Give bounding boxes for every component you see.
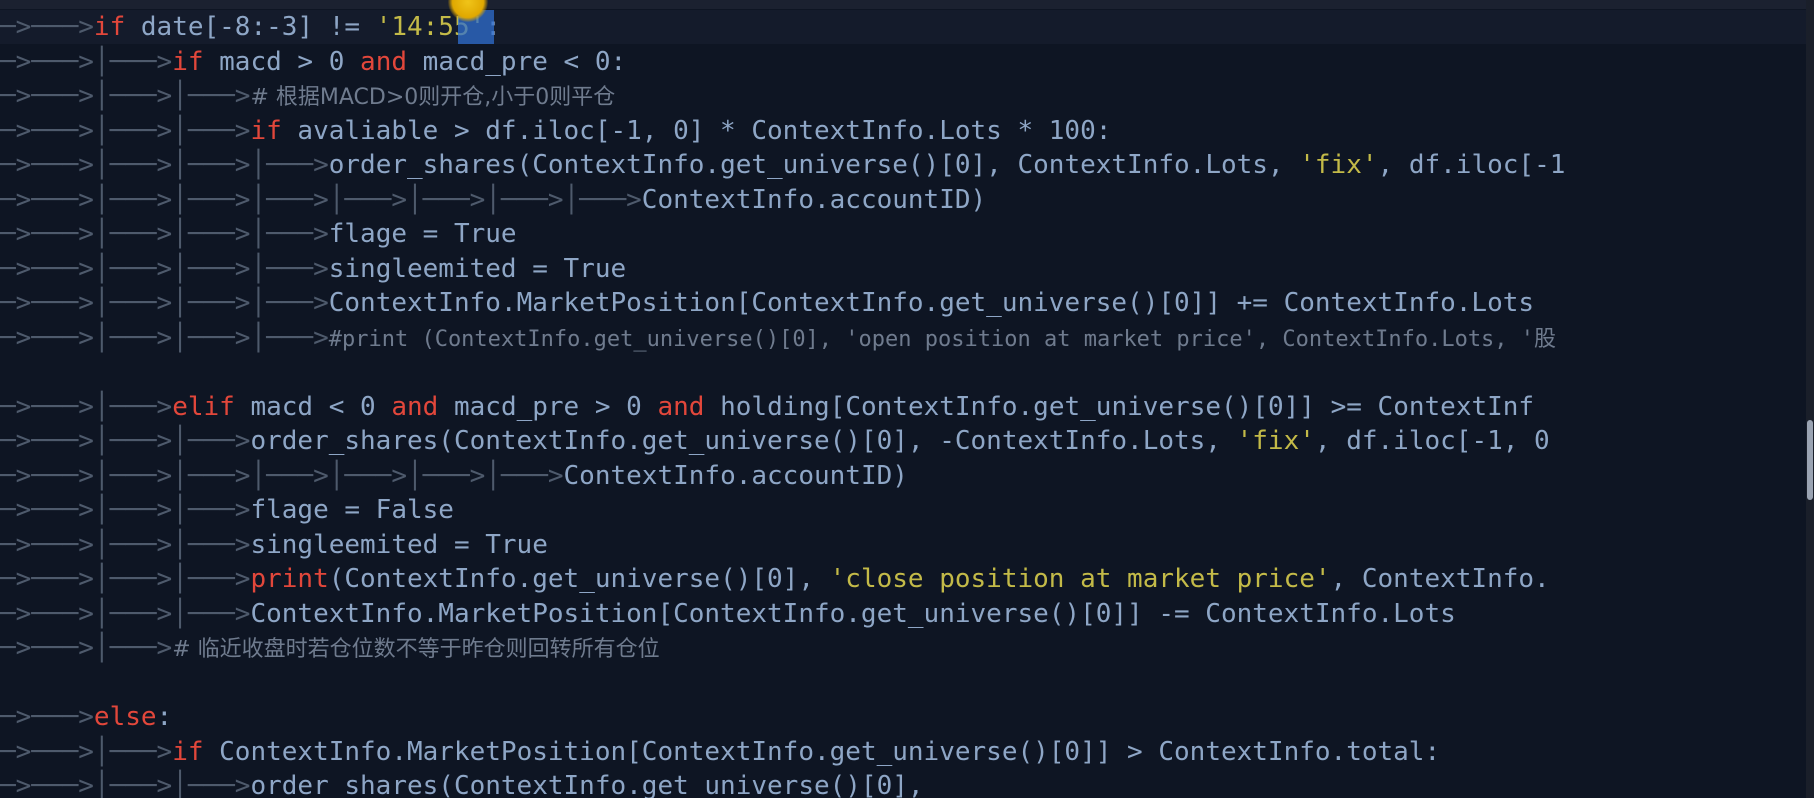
indent-guide: ─>───>│───>│───> (0, 115, 251, 146)
code-text: : (156, 702, 173, 732)
code-keyword: and (657, 391, 705, 422)
code-comment: # 根据MACD>0则开仓,小于0则平仓 (250, 85, 616, 110)
code-text: order_shares(ContextInfo.get_universe()[… (250, 426, 1237, 456)
code-editor[interactable]: ─>───>if date[-8:-3] != '14:55':─>───>│─… (0, 0, 1806, 798)
code-line[interactable]: ─>───>│───>│───>order_shares(ContextInfo… (0, 769, 1806, 798)
code-keyword: if (172, 736, 204, 767)
code-line[interactable]: ─>───>│───>│───>│───>flage = True (0, 217, 1806, 252)
code-text: (ContextInfo.get_universe()[0], (328, 564, 830, 594)
code-line[interactable]: ─>───>│───>│───>│───>│───>│───>│───>Cont… (0, 459, 1806, 494)
scrollbar-thumb[interactable] (1807, 420, 1813, 500)
code-line[interactable]: ─>───>│───>if ContextInfo.MarketPosition… (0, 735, 1806, 770)
code-line[interactable]: ─>───>│───>│───>│───>ContextInfo.MarketP… (0, 286, 1806, 321)
code-line[interactable]: ─>───>│───>│───>print(ContextInfo.get_un… (0, 562, 1806, 597)
code-keyword: if (93, 12, 126, 42)
code-text: avaliable > df.iloc[-1, 0] * ContextInfo… (281, 115, 1112, 146)
code-text: singleemited = True (328, 253, 627, 284)
indent-guide: ─>───>│───> (0, 46, 173, 77)
code-line[interactable]: ─>───>│───>│───>│───>│───>│───>│───>│───… (0, 183, 1806, 218)
code-text: date[-8:-3] != (125, 12, 376, 42)
code-string: 'fix' (1236, 426, 1315, 456)
code-comment: # 临近收盘时若仓位数不等于昨仓则回转所有仓位 (172, 637, 660, 662)
indent-guide: ─>───>│───>│───> (0, 771, 251, 798)
indent-guide: ─>───>│───>│───>│───> (0, 288, 329, 318)
code-text: order_shares(ContextInfo.get_universe()[… (250, 771, 924, 798)
code-line[interactable] (0, 666, 1806, 701)
indent-guide: ─>───>│───>│───>│───> (0, 322, 329, 353)
code-text: , ContextInfo. (1330, 564, 1550, 594)
code-text: holding[ContextInfo.get_universe()[0]] >… (704, 391, 1535, 422)
code-text: ContextInfo.MarketPosition[ContextInfo.g… (203, 736, 1441, 767)
code-text: ContextInfo.accountID) (641, 184, 987, 215)
indent-guide: ─>───>│───>│───> (0, 564, 251, 594)
code-line[interactable]: ─>───>│───>if macd > 0 and macd_pre < 0: (0, 45, 1806, 80)
code-line[interactable]: ─>───>│───>│───>ContextInfo.MarketPositi… (0, 597, 1806, 632)
code-text: , df.iloc[-1, 0 (1314, 426, 1550, 456)
code-keyword: elif (172, 391, 235, 422)
indent-guide: ─>───> (0, 702, 94, 732)
indent-guide: ─>───>│───>│───> (0, 529, 251, 560)
indent-guide: ─>───>│───>│───>│───> (0, 219, 329, 249)
code-line[interactable]: ─>───>│───>│───>│───>order_shares(Contex… (0, 148, 1806, 183)
code-text: order_shares(ContextInfo.get_universe()[… (328, 150, 1300, 180)
indent-guide: ─>───>│───>│───> (0, 495, 251, 525)
code-string: 'close position at market price' (829, 564, 1331, 594)
code-line[interactable]: ─>───>│───>│───>flage = False (0, 493, 1806, 528)
code-text: macd_pre < 0: (407, 46, 627, 77)
code-line[interactable]: ─>───>│───>│───>│───>#print (ContextInfo… (0, 321, 1806, 356)
code-keyword: if (250, 115, 282, 146)
indent-guide: ─>───>│───>│───> (0, 598, 251, 629)
code-text: flage = True (328, 219, 517, 249)
code-line[interactable] (0, 355, 1806, 390)
indent-guide: ─>───> (0, 12, 94, 42)
code-text: ContextInfo.accountID) (563, 460, 908, 491)
code-line[interactable]: ─>───>else: (0, 700, 1806, 735)
code-text: macd > 0 (203, 46, 361, 77)
screen: ─>───>if date[-8:-3] != '14:55':─>───>│─… (0, 0, 1814, 798)
indent-guide: ─>───>│───>│───> (0, 426, 251, 456)
code-string: 'fix' (1299, 150, 1378, 180)
code-line[interactable]: ─>───>if date[-8:-3] != '14:55': (0, 10, 1806, 45)
vertical-scrollbar[interactable] (1806, 0, 1814, 798)
code-text: ContextInfo.MarketPosition[ContextInfo.g… (250, 598, 1456, 629)
code-line[interactable]: ─>───>│───>elif macd < 0 and macd_pre > … (0, 390, 1806, 425)
code-line[interactable]: ─>───>│───>│───># 根据MACD>0则开仓,小于0则平仓 (0, 79, 1806, 114)
code-line[interactable]: ─>───>│───>│───>│───>singleemited = True (0, 252, 1806, 287)
code-text: , df.iloc[-1 (1377, 150, 1566, 180)
code-text: macd_pre > 0 (438, 391, 658, 422)
code-text: ContextInfo.MarketPosition[ContextInfo.g… (328, 288, 1535, 318)
code-text: macd < 0 (234, 391, 392, 422)
indent-guide: ─>───>│───>│───>│───>│───>│───>│───>│───… (0, 184, 642, 215)
indent-guide: ─>───>│───>│───> (0, 81, 251, 111)
code-line[interactable]: ─>───>│───># 临近收盘时若仓位数不等于昨仓则回转所有仓位 (0, 631, 1806, 666)
indent-guide: ─>───>│───>│───>│───>│───>│───>│───> (0, 460, 564, 491)
code-line[interactable]: ─>───>│───>│───>singleemited = True (0, 528, 1806, 563)
indent-guide: ─>───>│───>│───>│───> (0, 253, 329, 284)
indent-guide: ─>───>│───> (0, 391, 173, 422)
code-text: singleemited = True (250, 529, 548, 560)
indent-guide: ─>───>│───> (0, 633, 173, 663)
toolbar-strip (0, 0, 1806, 9)
code-keyword: and (360, 46, 408, 77)
code-line[interactable]: ─>───>│───>│───>order_shares(ContextInfo… (0, 424, 1806, 459)
code-keyword: if (172, 46, 204, 77)
code-line[interactable]: ─>───>│───>│───>if avaliable > df.iloc[-… (0, 114, 1806, 149)
code-keyword: and (391, 391, 439, 422)
code-keyword: else (93, 702, 157, 732)
code-keyword: print (250, 564, 329, 594)
indent-guide: ─>───>│───>│───>│───> (0, 150, 329, 180)
code-area[interactable]: ─>───>if date[-8:-3] != '14:55':─>───>│─… (0, 10, 1806, 798)
code-text: flage = False (250, 495, 454, 525)
indent-guide: ─>───>│───> (0, 736, 173, 767)
code-comment: #print (ContextInfo.get_universe()[0], '… (328, 326, 1557, 352)
